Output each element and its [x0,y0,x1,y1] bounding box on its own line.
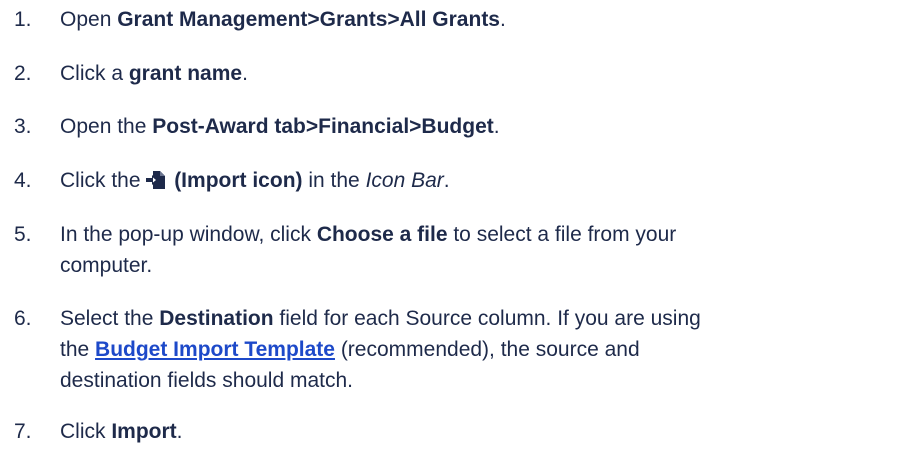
menu-path: Post-Award tab>Financial>Budget [152,115,494,138]
emphasis-text: Choose a file [316,223,448,246]
step-number: 2. [14,62,32,85]
step-text: In the pop-up window, click Choose a fil… [60,223,677,277]
step-text: Open Grant Management>Grants>All Grants. [60,8,506,31]
step-number: 6. [14,307,32,330]
step-number: 5. [14,223,32,246]
step-number: 4. [14,169,32,192]
step-text: Click a grant name. [60,62,248,85]
italic-text: Icon Bar [365,169,444,192]
menu-path: Grant Management>Grants>All Grants [117,8,500,31]
step-text: Click Import. [60,420,183,443]
step-text: Open the Post-Award tab>Financial>Budget… [60,115,500,138]
emphasis-text: (Import icon) [168,169,303,192]
import-icon [146,168,166,189]
emphasis-text: Destination [159,307,274,330]
budget-import-template-link[interactable]: Budget Import Template [95,338,335,361]
step-number: 7. [14,420,32,443]
step-text: Click the (Import icon) in the Icon Bar. [60,168,450,192]
emphasis-text: Import [111,420,177,443]
step-number: 1. [14,8,32,31]
emphasis-text: grant name [128,62,243,85]
step-number: 3. [14,115,32,138]
step-text: Select the Destination field for each So… [60,307,701,392]
